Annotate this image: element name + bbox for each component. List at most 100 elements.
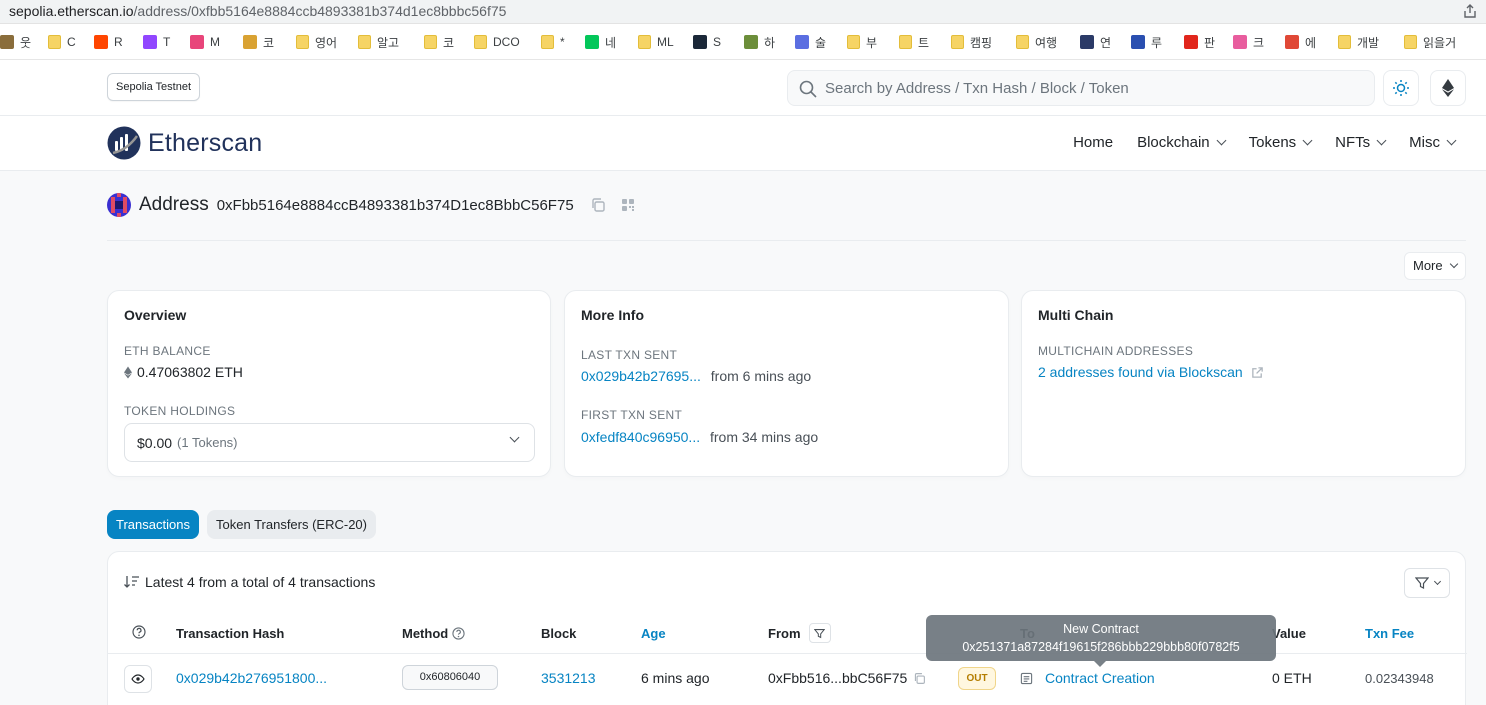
etherscan-logo[interactable]: Etherscan xyxy=(107,126,262,160)
bookmark-item[interactable]: M xyxy=(190,34,220,50)
bookmark-item[interactable]: * xyxy=(541,34,565,50)
bookmark-item[interactable]: 여행 xyxy=(1016,34,1057,50)
bookmark-item[interactable]: 하 xyxy=(744,34,775,50)
copy-icon[interactable] xyxy=(913,672,926,685)
folder-icon xyxy=(1016,35,1029,49)
bookmark-item[interactable]: 코 xyxy=(243,34,274,50)
bookmark-item[interactable]: 알고 xyxy=(358,34,399,50)
share-icon[interactable] xyxy=(1462,3,1478,19)
token-holdings-dropdown[interactable]: $0.00 (1 Tokens) xyxy=(124,423,535,462)
last-txn-link[interactable]: 0x029b42b27695... xyxy=(581,368,701,384)
steam-icon xyxy=(693,35,707,49)
eye-icon xyxy=(131,674,145,684)
bookmark-item[interactable]: R xyxy=(94,34,123,50)
help-icon[interactable] xyxy=(132,625,146,639)
contract-creation-link[interactable]: Contract Creation xyxy=(1045,670,1155,686)
bookmark-label: 술 xyxy=(815,35,827,50)
token-holdings-label: TOKEN HOLDINGS xyxy=(124,404,236,418)
bookmark-label: 부 xyxy=(866,35,878,50)
nav-nfts[interactable]: NFTs xyxy=(1335,134,1387,151)
bookmark-item[interactable]: 부 xyxy=(847,34,877,50)
bookmark-item[interactable]: 읽을거 xyxy=(1404,34,1456,50)
preview-button[interactable] xyxy=(124,665,152,693)
tab-token-transfers[interactable]: Token Transfers (ERC-20) xyxy=(207,510,376,539)
nav-misc-label: Misc xyxy=(1409,134,1440,151)
transactions-summary-text: Latest 4 from a total of 4 transactions xyxy=(145,574,376,590)
naver-icon xyxy=(585,35,599,49)
external-link-icon[interactable] xyxy=(1251,366,1264,379)
bookmark-label: 여행 xyxy=(1035,35,1058,50)
folder-icon xyxy=(358,35,371,49)
bookmark-item[interactable]: 웃 xyxy=(0,34,31,50)
from-filter-button[interactable] xyxy=(808,623,831,643)
folder-icon xyxy=(296,35,309,49)
blockscan-link[interactable]: 2 addresses found via Blockscan xyxy=(1038,364,1243,380)
help-icon[interactable] xyxy=(452,627,465,640)
copy-icon[interactable] xyxy=(590,197,606,213)
bookmark-item[interactable]: S xyxy=(693,34,721,50)
multichain-title: Multi Chain xyxy=(1038,307,1114,323)
bookmark-item[interactable]: 코 xyxy=(424,34,454,50)
nav-misc[interactable]: Misc xyxy=(1409,134,1457,151)
bookmark-item[interactable]: ML xyxy=(638,34,674,50)
block-link[interactable]: 3531213 xyxy=(541,670,596,686)
tx-from: 0xFbb516...bbC56F75 xyxy=(768,670,926,686)
more-button-label: More xyxy=(1413,258,1443,273)
bookmark-item[interactable]: 연 xyxy=(1080,34,1111,50)
bookmark-item[interactable]: 판 xyxy=(1184,34,1215,50)
bookmark-label: 캠핑 xyxy=(970,35,993,50)
bookmark-item[interactable]: 트 xyxy=(899,34,929,50)
bookmark-item[interactable]: T xyxy=(143,34,170,50)
first-txn-time: from 34 mins ago xyxy=(710,429,819,445)
col-method-label: Method xyxy=(402,626,449,641)
nav-blockchain-label: Blockchain xyxy=(1137,134,1210,151)
col-txn-fee[interactable]: Txn Fee xyxy=(1365,626,1414,641)
bookmark-item[interactable]: C xyxy=(48,34,76,50)
bookmark-label: 크 xyxy=(1253,35,1265,50)
table-row: 0x029b42b276951800... 0x60806040 3531213… xyxy=(108,655,1467,701)
bookmark-item[interactable]: 크 xyxy=(1233,34,1264,50)
ethereum-icon xyxy=(1442,79,1454,97)
bookmark-item[interactable]: DCO xyxy=(474,34,520,50)
bookmark-label: T xyxy=(163,35,171,49)
more-info-card: More Info LAST TXN SENT 0x029b42b27695..… xyxy=(564,290,1009,477)
nav-blockchain[interactable]: Blockchain xyxy=(1137,134,1227,151)
filter-button[interactable] xyxy=(1404,568,1450,598)
bookmark-item[interactable]: 네 xyxy=(585,34,616,50)
network-badge[interactable]: Sepolia Testnet xyxy=(107,73,201,101)
qr-code-icon[interactable] xyxy=(620,197,636,213)
search-input[interactable] xyxy=(825,71,1365,105)
bookmark-item[interactable]: 개발 xyxy=(1338,34,1379,50)
bookmark-item[interactable]: 루 xyxy=(1131,34,1162,50)
first-txn-link[interactable]: 0xfedf840c96950... xyxy=(581,429,700,445)
col-age[interactable]: Age xyxy=(641,626,666,641)
bookmark-label: 읽을거 xyxy=(1423,35,1457,50)
bookmark-item[interactable]: 영어 xyxy=(296,34,337,50)
folder-icon xyxy=(1338,35,1351,49)
last-txn-time: from 6 mins ago xyxy=(710,368,812,384)
bookmark-item[interactable]: 에 xyxy=(1285,34,1316,50)
nav-nfts-label: NFTs xyxy=(1335,134,1371,151)
more-button[interactable]: More xyxy=(1404,252,1466,280)
col-block: Block xyxy=(541,626,577,641)
search-icon xyxy=(799,80,817,98)
tab-transactions[interactable]: Transactions xyxy=(107,510,199,539)
sun-icon xyxy=(1393,80,1409,96)
theme-toggle-button[interactable] xyxy=(1383,70,1419,106)
bookmark-item[interactable]: 캠핑 xyxy=(951,34,992,50)
bookmark-item[interactable]: 술 xyxy=(795,34,826,50)
bookmark-label: 영어 xyxy=(315,35,338,50)
from-address[interactable]: 0xFbb516...bbC56F75 xyxy=(768,670,907,686)
url-text[interactable]: sepolia.etherscan.io/address/0xfbb5164e8… xyxy=(9,3,506,19)
nav-home[interactable]: Home xyxy=(1073,134,1113,151)
method-badge: 0x60806040 xyxy=(402,665,498,690)
tx-hash-link[interactable]: 0x029b42b276951800... xyxy=(176,670,327,686)
network-switch-button[interactable] xyxy=(1430,70,1466,106)
search-box[interactable] xyxy=(787,70,1375,106)
overview-title: Overview xyxy=(124,307,187,323)
nav-tokens[interactable]: Tokens xyxy=(1249,134,1313,151)
tooltip-arrow xyxy=(1094,661,1106,667)
bookmark-label: 네 xyxy=(605,35,617,50)
bookmark-label: DCO xyxy=(493,35,520,49)
browser-url-bar[interactable]: sepolia.etherscan.io/address/0xfbb5164e8… xyxy=(0,0,1486,24)
